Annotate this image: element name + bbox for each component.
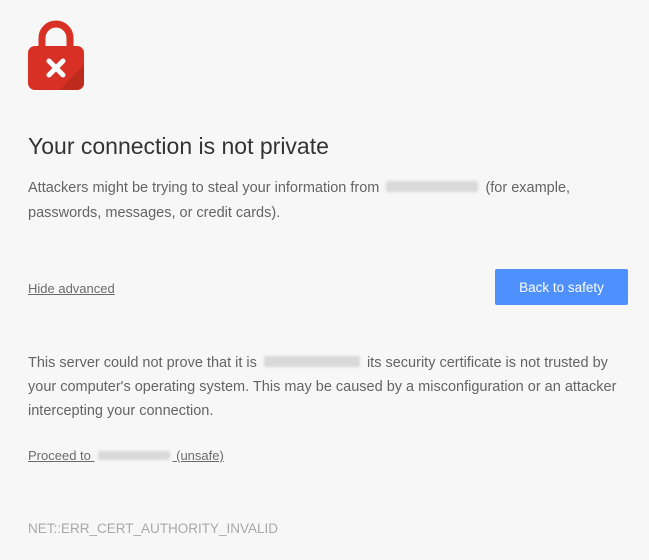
redacted-hostname <box>386 180 479 192</box>
details-text: This server could not prove that it is i… <box>28 351 628 423</box>
back-to-safety-button[interactable]: Back to safety <box>495 269 628 305</box>
lock-error-icon <box>28 20 84 90</box>
hide-advanced-link[interactable]: Hide advanced <box>28 281 115 296</box>
page-title: Your connection is not private <box>28 133 329 159</box>
details-text-start: This server could not prove that it is <box>28 355 257 371</box>
proceed-text-end: (unsafe) <box>176 448 224 463</box>
intro-text: Attackers might be trying to steal your … <box>28 176 628 226</box>
proceed-unsafe-link[interactable]: Proceed to (unsafe) <box>28 448 224 463</box>
redacted-hostname <box>263 355 360 367</box>
error-code: NET::ERR_CERT_AUTHORITY_INVALID <box>28 521 279 536</box>
proceed-text-start: Proceed to <box>28 448 91 463</box>
redacted-hostname <box>97 451 170 461</box>
intro-text-start: Attackers might be trying to steal your … <box>28 180 380 196</box>
